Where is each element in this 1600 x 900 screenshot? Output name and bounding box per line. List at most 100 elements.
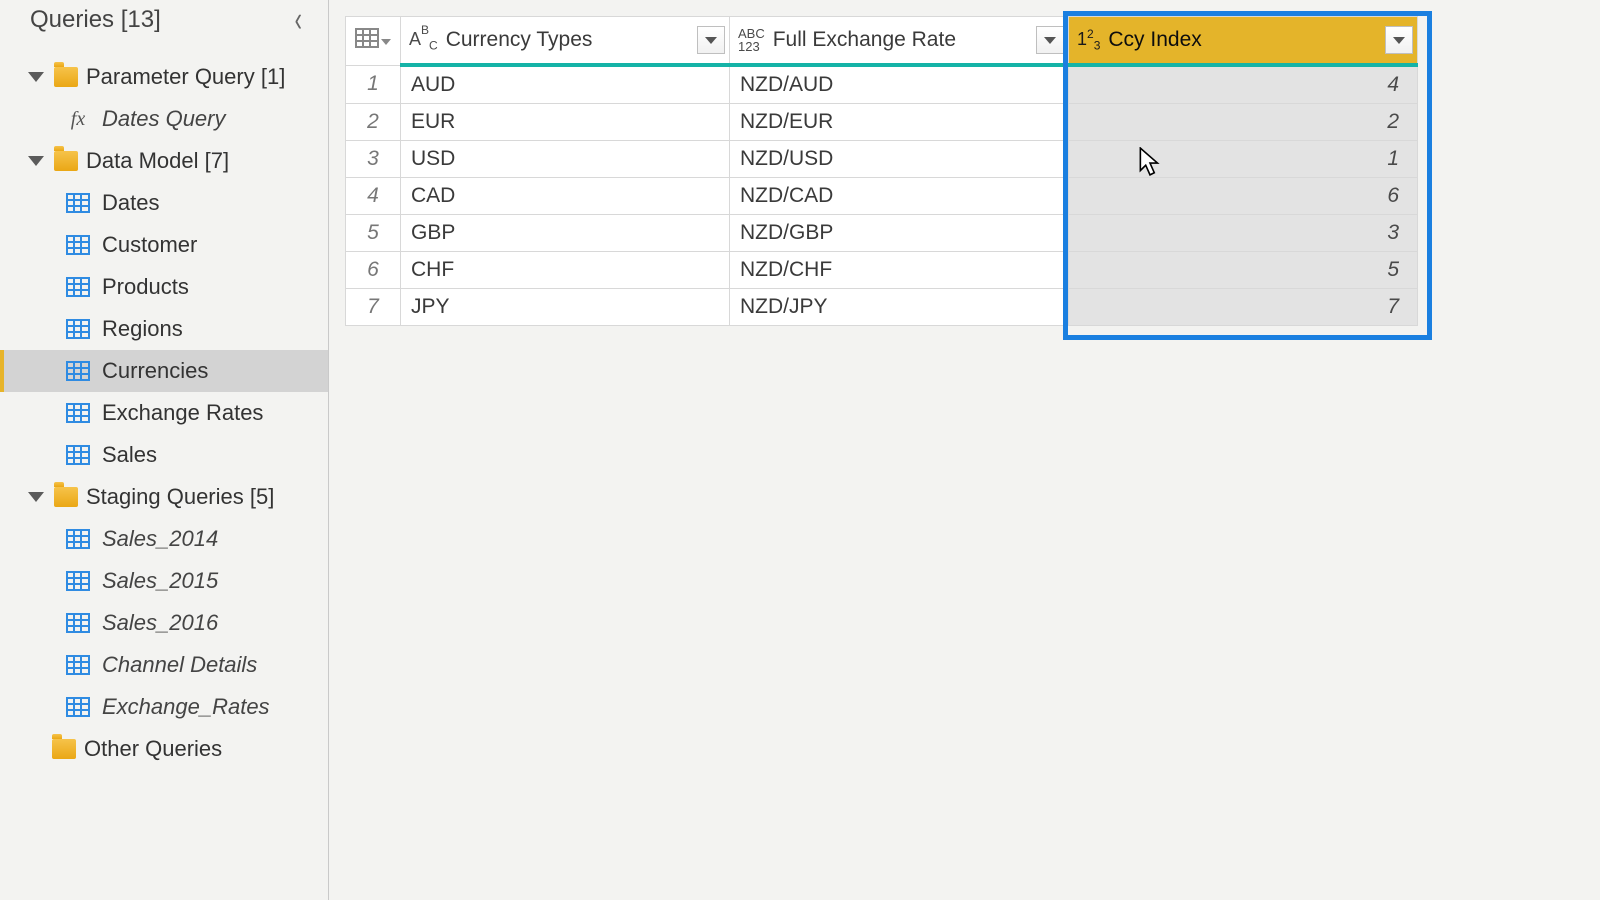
query-item[interactable]: Sales_2014: [0, 518, 328, 560]
data-cell[interactable]: NZD/AUD: [730, 65, 1069, 104]
query-group[interactable]: Parameter Query [1]: [0, 56, 328, 98]
group-label: Parameter Query [1]: [86, 64, 285, 90]
table-icon: [66, 655, 90, 675]
queries-title: Queries [13]: [30, 6, 161, 34]
table-icon: [66, 319, 90, 339]
chevron-down-icon: [1044, 37, 1056, 44]
data-cell[interactable]: NZD/USD: [730, 141, 1069, 178]
row-number[interactable]: 6: [346, 252, 401, 289]
table-icon: [66, 697, 90, 717]
query-label: Sales_2014: [102, 526, 218, 552]
query-label: Exchange_Rates: [102, 694, 270, 720]
data-cell[interactable]: EUR: [401, 104, 730, 141]
data-cell[interactable]: 6: [1069, 178, 1418, 215]
fx-icon: fx: [66, 108, 90, 131]
data-cell[interactable]: 5: [1069, 252, 1418, 289]
row-number[interactable]: 1: [346, 65, 401, 104]
folder-icon: [54, 67, 78, 87]
select-all-corner[interactable]: [346, 17, 401, 66]
query-label: Products: [102, 274, 189, 300]
query-group[interactable]: Staging Queries [5]: [0, 476, 328, 518]
table-icon: [355, 30, 379, 53]
mouse-cursor-icon: [1139, 147, 1161, 177]
query-label: Sales: [102, 442, 157, 468]
table-icon: [66, 571, 90, 591]
query-item[interactable]: Sales_2016: [0, 602, 328, 644]
datatype-number-icon: 123: [1077, 27, 1100, 53]
query-item[interactable]: Exchange_Rates: [0, 686, 328, 728]
row-number[interactable]: 4: [346, 178, 401, 215]
queries-header: Queries [13] ‹: [0, 0, 328, 48]
data-cell[interactable]: JPY: [401, 289, 730, 326]
column-label: Ccy Index: [1108, 28, 1201, 52]
data-preview-area: ABC Currency Types ABC123 Full Exchange Ra…: [329, 0, 1600, 900]
row-number[interactable]: 2: [346, 104, 401, 141]
expand-collapse-icon[interactable]: [28, 492, 44, 502]
query-item[interactable]: Channel Details: [0, 644, 328, 686]
query-item[interactable]: fx Dates Query: [0, 98, 328, 140]
data-cell[interactable]: NZD/GBP: [730, 215, 1069, 252]
data-cell[interactable]: NZD/CHF: [730, 252, 1069, 289]
table-icon: [66, 529, 90, 549]
table-icon: [66, 403, 90, 423]
query-item[interactable]: Currencies: [0, 350, 328, 392]
row-number[interactable]: 3: [346, 141, 401, 178]
datatype-text-icon: ABC: [409, 28, 438, 52]
data-cell[interactable]: CAD: [401, 178, 730, 215]
query-label: Currencies: [102, 358, 208, 384]
data-cell[interactable]: 2: [1069, 104, 1418, 141]
query-group[interactable]: Other Queries: [0, 728, 328, 770]
table-icon: [66, 613, 90, 633]
data-cell[interactable]: 3: [1069, 215, 1418, 252]
data-cell[interactable]: GBP: [401, 215, 730, 252]
column-header[interactable]: 123 Ccy Index: [1069, 17, 1418, 66]
data-cell[interactable]: 7: [1069, 289, 1418, 326]
column-filter-button[interactable]: [697, 26, 725, 54]
collapse-pane-chevron-icon[interactable]: ‹: [295, 0, 310, 41]
data-cell[interactable]: AUD: [401, 65, 730, 104]
folder-icon: [54, 151, 78, 171]
data-cell[interactable]: NZD/JPY: [730, 289, 1069, 326]
query-item[interactable]: Regions: [0, 308, 328, 350]
datatype-any-icon: ABC123: [738, 27, 765, 53]
expand-collapse-icon[interactable]: [28, 72, 44, 82]
data-cell[interactable]: 1: [1069, 141, 1418, 178]
query-label: Exchange Rates: [102, 400, 263, 426]
group-label: Staging Queries [5]: [86, 484, 274, 510]
query-label: Dates Query: [102, 106, 226, 132]
table-icon: [66, 193, 90, 213]
data-cell[interactable]: NZD/EUR: [730, 104, 1069, 141]
query-label: Sales_2016: [102, 610, 218, 636]
data-cell[interactable]: 4: [1069, 65, 1418, 104]
queries-pane: Queries [13] ‹ Parameter Query [1] fx Date…: [0, 0, 329, 900]
query-item[interactable]: Customer: [0, 224, 328, 266]
query-item[interactable]: Sales: [0, 434, 328, 476]
query-item[interactable]: Sales_2015: [0, 560, 328, 602]
query-group[interactable]: Data Model [7]: [0, 140, 328, 182]
column-header[interactable]: ABC123 Full Exchange Rate: [730, 17, 1069, 66]
row-number[interactable]: 5: [346, 215, 401, 252]
column-header[interactable]: ABC Currency Types: [401, 17, 730, 66]
group-label: Other Queries: [84, 736, 222, 762]
data-cell[interactable]: NZD/CAD: [730, 178, 1069, 215]
chevron-down-icon: [705, 37, 717, 44]
expand-collapse-icon[interactable]: [28, 156, 44, 166]
table-icon: [66, 361, 90, 381]
column-filter-button[interactable]: [1036, 26, 1064, 54]
column-label: Currency Types: [446, 28, 593, 52]
row-number[interactable]: 7: [346, 289, 401, 326]
table-icon: [66, 277, 90, 297]
query-label: Sales_2015: [102, 568, 218, 594]
table-icon: [66, 445, 90, 465]
column-label: Full Exchange Rate: [773, 28, 956, 52]
folder-icon: [52, 739, 76, 759]
query-item[interactable]: Products: [0, 266, 328, 308]
data-cell[interactable]: USD: [401, 141, 730, 178]
column-filter-button[interactable]: [1385, 26, 1413, 54]
query-label: Channel Details: [102, 652, 257, 678]
query-label: Customer: [102, 232, 197, 258]
data-cell[interactable]: CHF: [401, 252, 730, 289]
query-label: Regions: [102, 316, 183, 342]
query-item[interactable]: Exchange Rates: [0, 392, 328, 434]
query-item[interactable]: Dates: [0, 182, 328, 224]
